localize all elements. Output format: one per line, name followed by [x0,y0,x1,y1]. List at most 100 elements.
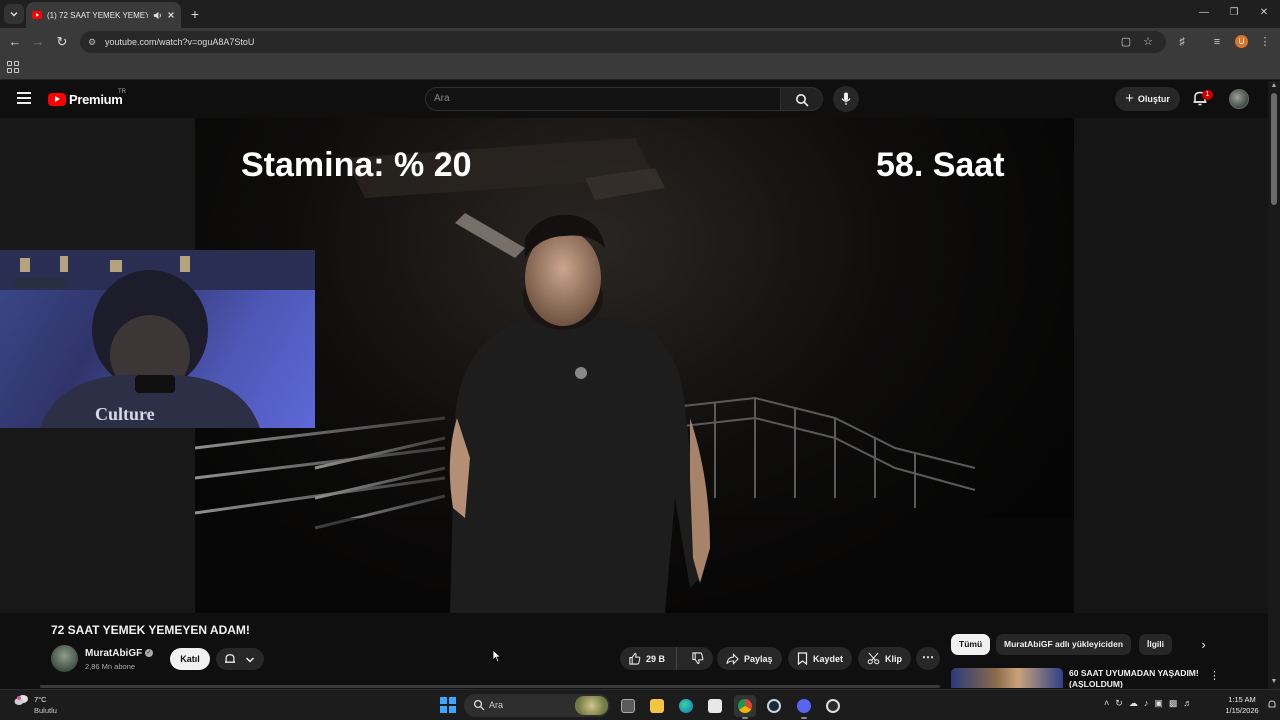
scrollbar-thumb[interactable] [1271,93,1277,205]
search-box[interactable] [425,87,781,111]
tab-title: (1) 72 SAAT YEMEK YEMEY... [47,10,148,20]
back-button[interactable]: ← [6,33,24,51]
kebab-menu-icon[interactable]: ⋮ [1209,669,1220,683]
site-info-icon[interactable]: ⚙ [88,36,100,48]
network-icon[interactable]: ▩ [1169,698,1178,714]
video-frame[interactable]: Stamina: % 20 58. Saat [195,118,1074,613]
profile-avatar[interactable]: U [1235,35,1248,48]
channel-name[interactable]: MuratAbiGF [85,648,142,659]
clip-label: Klip [885,653,902,664]
subscription-bell-button[interactable] [216,648,264,670]
chrome-menu-icon[interactable]: ⋮ [1256,33,1274,51]
recommended-video-title[interactable]: 60 SAAT UYUMADAN YAŞADIM! (AŞLOLDUM) [1069,668,1207,688]
subscriber-count: 2,86 Mn abone [85,662,136,671]
chevron-down-icon [245,657,255,663]
url-text[interactable]: youtube.com/watch?v=oguA8A7StoU [105,37,254,47]
microphone-icon [841,92,851,105]
weather-temperature[interactable]: 7°C [34,695,47,704]
youtube-logo-icon [48,92,66,106]
reload-button[interactable]: ↻ [53,33,71,51]
page-scrollbar[interactable]: ▲ ▼ [1268,81,1280,689]
store-icon[interactable] [704,695,726,717]
clock-app-icon[interactable] [822,695,844,717]
chrome-taskbar-icon[interactable] [734,695,756,719]
chevron-up-icon[interactable]: ˄ [1104,698,1109,714]
notification-badge: 1 [1202,90,1213,100]
apps-grid-icon[interactable] [7,61,19,73]
volume-icon[interactable]: ♬ [1183,698,1192,714]
bookmark-star-icon[interactable]: ☆ [1139,33,1157,51]
edge-browser-icon[interactable] [675,695,697,717]
bookmarks-bar [0,56,1280,80]
display-icon[interactable]: ▣ [1154,698,1163,714]
cloudy-weather-icon[interactable] [14,694,29,706]
minimize-button[interactable]: — [1193,4,1215,22]
tab-search-button[interactable] [4,4,24,24]
bookmark-icon [797,652,808,665]
search-input[interactable] [434,93,764,104]
address-bar[interactable]: ⚙ youtube.com/watch?v=oguA8A7StoU [80,31,1166,53]
channel-avatar[interactable] [51,645,78,672]
close-tab-icon[interactable] [167,11,175,19]
horizontal-scrollbar[interactable] [0,684,940,688]
save-button[interactable]: Kaydet [788,647,853,670]
join-button[interactable]: Katıl [170,648,210,670]
taskbar-clock-date[interactable]: 1/15/2026 [1222,706,1262,715]
clip-button[interactable]: Klip [858,647,911,670]
recommended-video-thumbnail[interactable] [951,668,1063,688]
horizontal-scrollbar-thumb[interactable] [40,685,940,688]
more-actions-button[interactable]: ⋯ [916,647,940,670]
active-tab[interactable]: (1) 72 SAAT YEMEK YEMEY... [26,2,181,28]
webcam-shirt-text: Culture [95,404,155,424]
chip-from-uploader[interactable]: MuratAbiGF adlı yükleyiciden [996,634,1132,655]
speaker-icon[interactable] [153,11,162,20]
share-arrow-icon [726,652,739,665]
notification-center-icon[interactable] [1268,700,1276,710]
webcam-scene: Culture [0,250,315,428]
thumbs-down-icon [692,652,704,665]
logo-region-code: TR [118,89,126,95]
video-player[interactable]: Stamina: % 20 58. Saat Culture [0,118,1268,613]
scissors-icon [867,652,880,665]
youtube-premium-logo[interactable]: Premium [48,91,123,107]
chip-all[interactable]: Tümü [951,634,991,655]
chevron-right-icon[interactable]: › [1193,634,1214,655]
dislike-button[interactable] [682,647,713,670]
account-avatar[interactable] [1229,89,1249,109]
new-tab-button[interactable]: + [186,5,204,23]
reading-list-icon[interactable]: ≡ [1208,33,1226,51]
extensions-icon[interactable]: ♯ [1173,33,1191,51]
overlay-stamina-text: Stamina: % 20 [241,146,472,184]
search-icon [473,699,485,711]
chip-related[interactable]: İlgili [1139,634,1172,655]
cloud-offline-icon[interactable]: ☁ [1129,698,1138,714]
voice-search-button[interactable] [833,86,859,112]
share-button[interactable]: Paylaş [717,647,782,670]
mic-icon[interactable]: ♪ [1144,698,1149,714]
search-button[interactable] [781,87,823,111]
youtube-favicon-icon [32,11,42,19]
discord-icon[interactable] [793,695,815,719]
close-window-button[interactable]: ✕ [1253,4,1275,22]
windows-taskbar: 7°C Bulutlu Ara ˄ ↻ ☁ ♪ ▣ ▩ ♬ 1:15 AM 1/… [0,689,1280,720]
taskbar-search[interactable]: Ara [464,694,610,717]
system-tray: ˄ ↻ ☁ ♪ ▣ ▩ ♬ [1104,698,1192,714]
create-label: Oluştur [1137,94,1170,104]
scroll-down-arrow-icon[interactable]: ▼ [1270,678,1278,685]
cast-icon[interactable]: ▢ [1117,33,1135,51]
task-view-icon[interactable] [617,695,639,717]
maximize-button[interactable]: ❐ [1223,4,1245,22]
like-button[interactable]: 29 B [620,647,677,670]
hamburger-menu-icon[interactable] [17,92,31,104]
weather-description[interactable]: Bulutlu [34,706,57,715]
plus-icon: + [1125,90,1134,107]
windows-start-icon[interactable] [440,697,456,713]
sync-icon[interactable]: ↻ [1115,698,1123,714]
forward-button[interactable]: → [29,33,47,51]
steam-icon[interactable] [763,695,785,717]
taskbar-clock-time[interactable]: 1:15 AM [1222,695,1262,704]
create-button[interactable]: + Oluştur [1115,87,1180,111]
file-explorer-icon[interactable] [646,695,668,717]
verified-check-icon: ✓ [145,649,153,657]
scroll-up-arrow-icon[interactable]: ▲ [1270,82,1278,89]
